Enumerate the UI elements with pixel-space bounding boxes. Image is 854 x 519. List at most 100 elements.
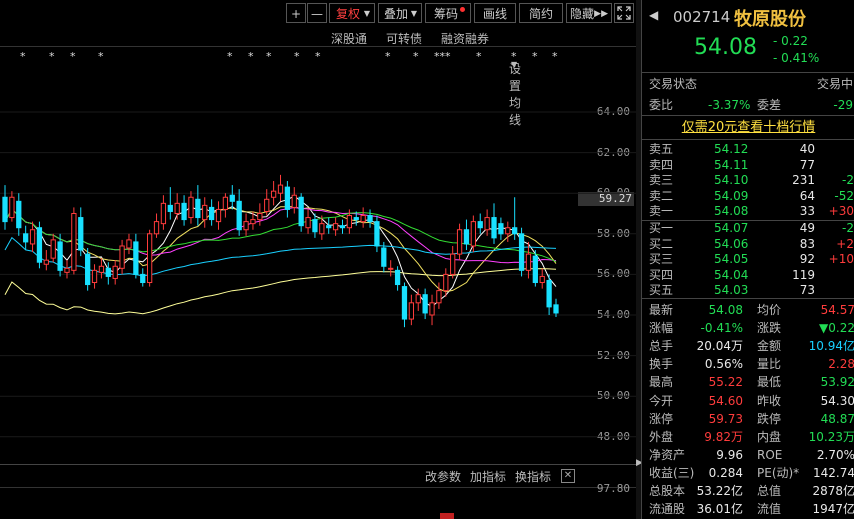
yincang-button[interactable]: 隐藏 ▶▶	[566, 3, 612, 23]
huanzhibiao-link[interactable]: 换指标	[515, 468, 551, 485]
candlestick-chart[interactable]	[0, 62, 636, 464]
zoom-in-button[interactable]: +	[286, 3, 306, 23]
ask-volume: 40	[799, 142, 815, 156]
bid-change: +2	[836, 236, 854, 251]
stat-value: 54.60	[708, 393, 743, 408]
stat-value: 54.08	[708, 303, 743, 317]
ask-row[interactable]: 卖一 54.08 33 +30	[642, 204, 854, 219]
stat-value: 2878亿	[812, 484, 854, 498]
ask-row[interactable]: 卖二 54.09 64 -52	[642, 189, 854, 204]
candle-body	[532, 255, 538, 284]
stats-row: 涨幅 -0.41% 涨跌 ▼0.22	[642, 319, 854, 337]
ask-level-label: 卖二	[649, 188, 674, 203]
candle-body	[401, 286, 408, 320]
caret-down-icon: ▼	[410, 9, 417, 18]
ask-level-label: 卖三	[649, 173, 674, 187]
candle-body	[298, 196, 304, 227]
huaxian-button[interactable]: 画线	[474, 3, 516, 23]
stat-label: 涨幅	[649, 321, 674, 336]
candle-body	[126, 239, 132, 249]
divider	[0, 464, 636, 465]
candle-body	[229, 194, 235, 202]
stats-row: 最新 54.08 均价 54.57	[642, 301, 854, 319]
candle-body	[195, 198, 201, 219]
bid-volume: 92	[799, 252, 815, 266]
ask-volume: 33	[799, 204, 815, 218]
fuquan-button[interactable]: 复权 ▼	[329, 3, 375, 23]
candle-body	[78, 217, 84, 251]
expand-icon-svg	[617, 6, 631, 20]
kezhuanzhai-link[interactable]: 可转债	[386, 30, 422, 47]
bid-row[interactable]: 买五 54.03 73	[642, 283, 854, 298]
bid-price: 54.05	[714, 252, 749, 266]
candle-body	[394, 269, 401, 286]
price-change: - 0.22	[773, 34, 808, 48]
jianyue-button[interactable]: 简约	[519, 3, 563, 23]
candle-body	[388, 267, 394, 270]
stat-label: 跌停	[757, 411, 782, 426]
ask-row[interactable]: 卖五 54.12 40	[642, 142, 854, 157]
candle-body	[160, 202, 167, 225]
candle-body	[422, 294, 428, 314]
candle-body	[57, 241, 63, 271]
gaicanshu-link[interactable]: 改参数	[425, 468, 461, 485]
stat-value: 0.284	[708, 465, 743, 480]
bid-level-label: 买二	[649, 236, 674, 251]
divider	[642, 298, 854, 299]
ask-level-label: 卖四	[649, 157, 674, 172]
status-row: 交易状态 交易中	[642, 75, 854, 93]
ask-row[interactable]: 卖四 54.11 77	[642, 158, 854, 173]
bid-volume: 49	[799, 221, 815, 235]
bid-row[interactable]: 买二 54.06 83 +2	[642, 237, 854, 252]
candle-body	[498, 223, 504, 235]
diejia-button[interactable]: 叠加 ▼	[378, 3, 422, 23]
bid-change: -2	[842, 221, 854, 235]
indicator-bar-mark	[440, 513, 454, 519]
stats-row: 总手 20.04万 金额 10.94亿	[642, 337, 854, 355]
bid-row[interactable]: 买一 54.07 49 -2	[642, 221, 854, 236]
bid-row[interactable]: 买四 54.04 119	[642, 268, 854, 283]
candle-body	[339, 225, 346, 229]
stat-value: 0.56%	[704, 357, 743, 372]
stat-label: 最新	[649, 303, 674, 317]
stat-label: 换手	[649, 357, 674, 372]
candle-body	[29, 229, 36, 245]
double-chevron-right-icon: ▶▶	[594, 9, 608, 19]
stock-code: 002714	[673, 8, 731, 26]
ask-volume: 64	[799, 188, 815, 203]
stat-value: 53.22亿	[696, 484, 743, 498]
candle-body	[140, 273, 146, 284]
stat-value: 54.30	[820, 393, 854, 408]
candle-body	[477, 221, 483, 229]
candle-body	[450, 253, 456, 275]
weibi-row: 委比 -3.37% 委差 -29	[642, 96, 854, 114]
chouma-button[interactable]: 筹码	[425, 3, 471, 23]
bid-level-label: 买一	[649, 221, 674, 235]
shengutong-link[interactable]: 深股通	[331, 30, 367, 47]
quote-panel: ◀ 002714 牧原股份 54.08 - 0.22 - 0.41% 交易状态 …	[641, 0, 854, 519]
bid-level-label: 买四	[649, 267, 674, 282]
stats-row: 今开 54.60 昨收 54.30	[642, 392, 854, 410]
rongzi-link[interactable]: 融资融券	[441, 30, 489, 47]
level10-promo-link[interactable]: 仅需20元查看十档行情	[642, 119, 854, 137]
status-label: 交易状态	[649, 77, 698, 91]
ask-volume: 231	[792, 173, 815, 187]
ask-row[interactable]: 卖三 54.10 231 -2	[642, 173, 854, 188]
stat-label: 收益(三)	[649, 465, 695, 480]
stat-value: 9.96	[716, 447, 743, 462]
kline-panel[interactable]: + — 复权 ▼ 叠加 ▼ 筹码 画线 简约 隐藏 ▶▶ 深股通 可转债 融资融…	[0, 0, 636, 519]
bid-row[interactable]: 买三 54.05 92 +10	[642, 252, 854, 267]
candle-body	[525, 253, 532, 271]
weibi-value: -3.37%	[708, 98, 751, 112]
back-arrow-icon[interactable]: ◀	[649, 8, 658, 22]
stats-row: 换手 0.56% 量比 2.28	[642, 355, 854, 373]
close-icon[interactable]: ✕	[561, 469, 575, 483]
candle-body	[16, 200, 22, 229]
stat-value: 53.92	[820, 375, 854, 390]
jiazhibiao-link[interactable]: 加指标	[470, 468, 506, 485]
zoom-out-button[interactable]: —	[307, 3, 327, 23]
stat-value: 2.28	[828, 357, 854, 372]
bid-change: +10	[828, 252, 854, 266]
stat-label: ROE	[757, 447, 783, 462]
expand-icon[interactable]	[614, 3, 634, 23]
